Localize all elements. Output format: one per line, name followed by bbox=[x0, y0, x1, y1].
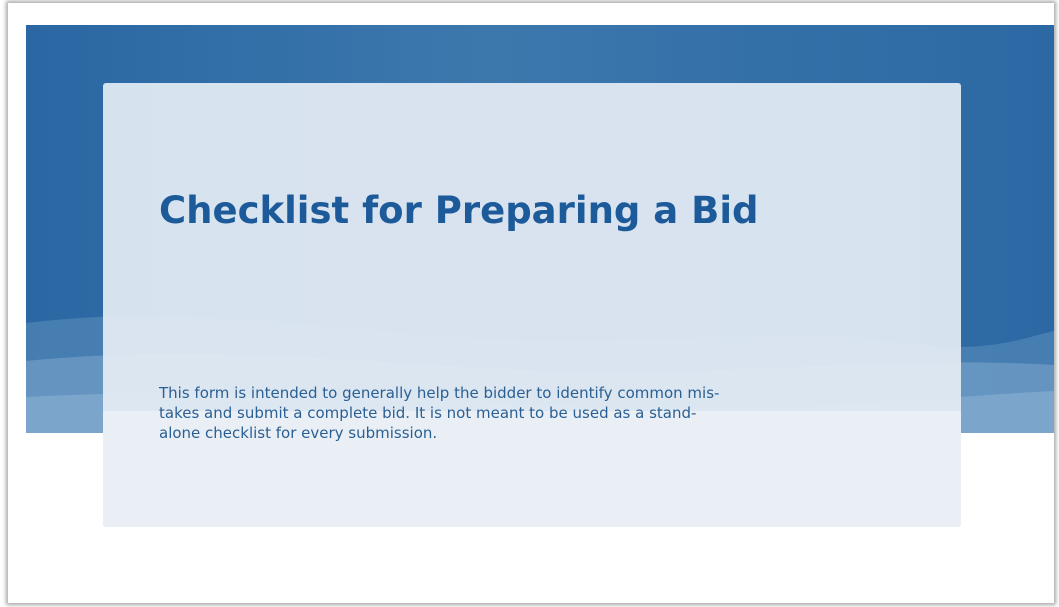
description-line: This form is intended to generally help … bbox=[159, 384, 720, 402]
description-line: takes and submit a complete bid. It is n… bbox=[159, 404, 697, 422]
slide-frame: Checklist for Preparing a Bid This form … bbox=[8, 3, 1054, 603]
slide-description: This form is intended to generally help … bbox=[159, 383, 819, 443]
slide-title: Checklist for Preparing a Bid bbox=[159, 189, 759, 232]
description-line: alone checklist for every submission. bbox=[159, 424, 438, 442]
